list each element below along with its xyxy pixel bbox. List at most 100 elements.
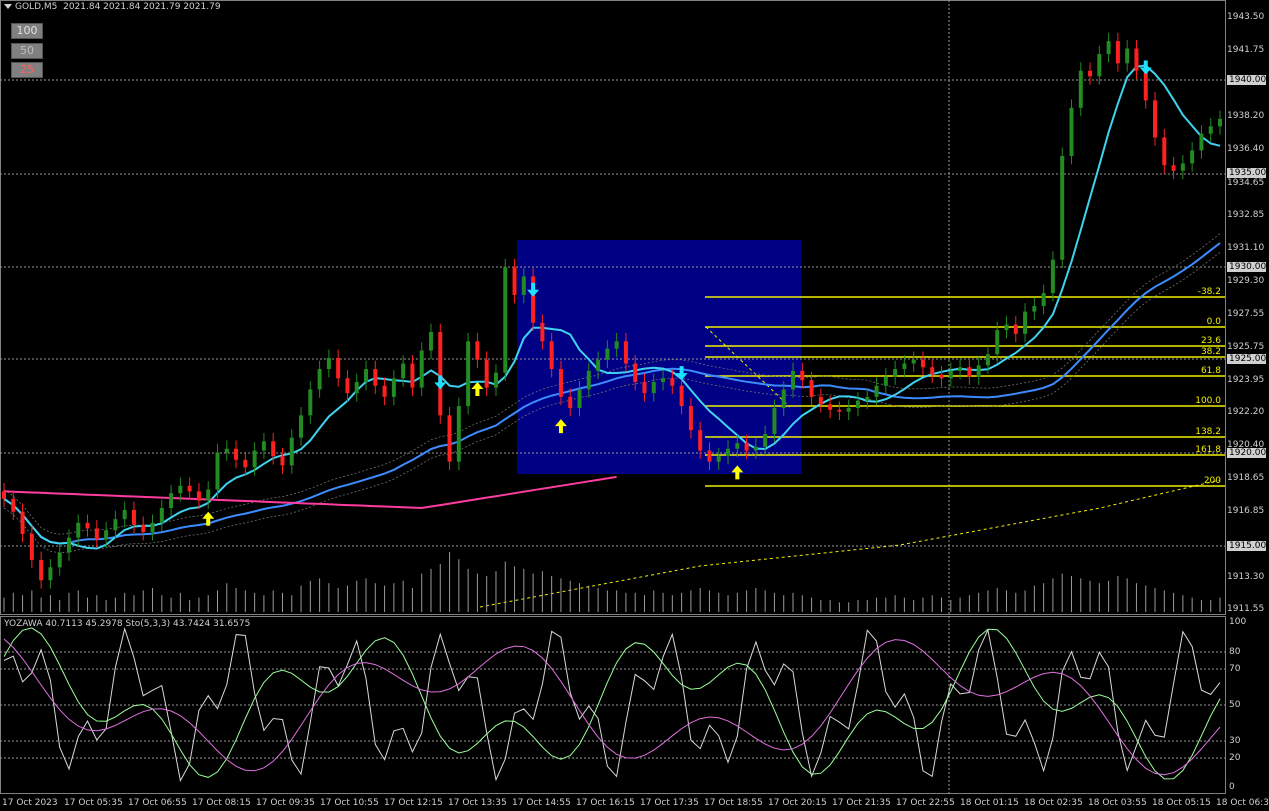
candle-body (818, 396, 823, 405)
candle-body (707, 450, 712, 462)
time-label: 17 Oct 06:55 (128, 798, 187, 808)
time-label: 17 Oct 22:55 (896, 798, 955, 808)
candle-body (85, 522, 90, 529)
candle-body (299, 415, 304, 438)
candle-body (1097, 54, 1102, 77)
candle-body (883, 376, 888, 386)
price-label-boxed: 1915.00 (1227, 541, 1267, 551)
time-label: 17 Oct 09:35 (256, 798, 315, 808)
candle-body (688, 406, 693, 431)
candle-body (447, 415, 452, 462)
candle-body (985, 354, 990, 366)
candle-body (215, 452, 220, 490)
price-label: 1941.75 (1227, 45, 1265, 55)
candle-body (503, 267, 508, 373)
price-label: 1923.95 (1227, 375, 1265, 385)
candle-body (623, 341, 628, 364)
candle-body (1134, 48, 1139, 71)
indicator-level-lines (0, 651, 1225, 759)
candle-body (1218, 118, 1222, 127)
candle-body (1041, 293, 1046, 307)
candle-body (958, 367, 963, 371)
depth-button-25[interactable]: 25 (11, 62, 43, 78)
yozawa-line (3, 638, 1221, 776)
candle-body (995, 330, 1000, 355)
time-label: 18 Oct 02:35 (1024, 798, 1083, 808)
stochastic-signal-line (3, 627, 1221, 780)
time-label: 17 Oct 14:55 (512, 798, 571, 808)
price-label: 1943.50 (1227, 12, 1265, 22)
fib-level-label: 61.8 (1200, 366, 1221, 376)
candle-body (902, 363, 907, 370)
price-label: 1911.55 (1227, 604, 1265, 614)
candle-body (1106, 41, 1111, 55)
indicator-axis-label: 50 (1229, 700, 1241, 710)
candle-body (354, 382, 359, 394)
price-label: 1934.65 (1227, 178, 1265, 188)
time-label: 18 Oct 06:35 (1216, 798, 1268, 808)
time-label: 17 Oct 08:15 (192, 798, 251, 808)
candle-body (596, 359, 601, 371)
candle-body (828, 404, 833, 410)
time-label: 17 Oct 16:15 (576, 798, 635, 808)
candle-body (865, 396, 870, 401)
candle-body (930, 367, 935, 375)
candle-body (605, 348, 610, 360)
candle-body (178, 485, 183, 494)
candle-body (150, 522, 155, 533)
candle-body (1143, 70, 1148, 101)
candle-body (326, 357, 331, 370)
candle-body (512, 267, 517, 295)
candle-body (920, 359, 925, 368)
candle-body (345, 378, 350, 394)
time-label: 17 Oct 05:35 (64, 798, 123, 808)
candle-body (540, 322, 545, 342)
price-label: 1938.20 (1227, 111, 1265, 121)
chevron-down-icon[interactable] (4, 4, 12, 9)
indicator-axis-label: 100 (1229, 617, 1247, 627)
candle-body (846, 407, 851, 412)
time-label: 17 Oct 12:15 (384, 798, 443, 808)
fib-level-label: 0.0 (1206, 317, 1221, 327)
candle-body (456, 406, 461, 462)
candle-body (466, 341, 471, 407)
price-label: 1918.65 (1227, 473, 1265, 483)
candle-body (289, 437, 294, 466)
depth-button-50[interactable]: 50 (11, 43, 43, 59)
candle-body (196, 491, 201, 501)
candle-body (800, 370, 805, 381)
candle-body (633, 363, 638, 383)
candle-body (475, 341, 480, 360)
candle-body (364, 369, 369, 383)
price-label: 1932.85 (1227, 210, 1265, 220)
candle-body (967, 367, 972, 377)
fib-level-label: 200 (1203, 476, 1221, 486)
candle-body (391, 378, 396, 397)
fib-level-label: 138.2 (1195, 427, 1221, 437)
candle-body (809, 380, 814, 397)
candle-body (976, 365, 981, 377)
candle-body (549, 341, 554, 370)
candle-body (642, 382, 647, 394)
price-label: 1922.20 (1227, 407, 1265, 417)
candle-body (939, 374, 944, 379)
candle-body (113, 519, 118, 531)
candle-body (568, 396, 573, 408)
candle-body (1171, 165, 1176, 171)
candle-body (837, 409, 842, 412)
candle-body (874, 385, 879, 397)
price-label-boxed: 1925.00 (1227, 354, 1267, 364)
depth-button-100[interactable]: 100 (11, 23, 43, 39)
candle-body (1190, 150, 1195, 164)
candle-body (76, 522, 81, 538)
candle-body (651, 382, 656, 394)
price-label-boxed: 1935.00 (1227, 168, 1267, 178)
price-label: 1931.10 (1227, 243, 1265, 253)
candle-body (558, 369, 563, 397)
ohlc-values: 2021.84 2021.84 2021.79 2021.79 (63, 2, 221, 12)
candle-body (1013, 324, 1018, 334)
price-chart[interactable] (0, 0, 1269, 811)
candle-body (20, 511, 25, 534)
candle-body (66, 537, 71, 553)
candle-body (679, 385, 684, 407)
